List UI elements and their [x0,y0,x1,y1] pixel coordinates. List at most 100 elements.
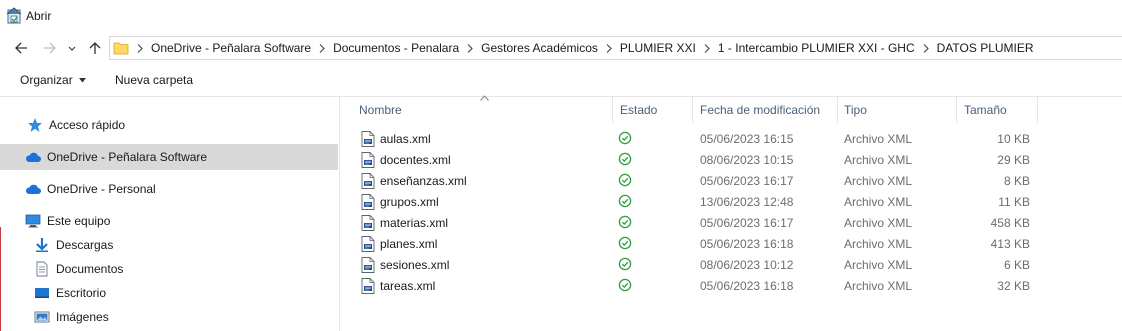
file-type: Archivo XML [844,279,913,293]
document-icon [34,261,50,277]
chevron-right-icon[interactable] [598,43,620,53]
cloud-icon [25,181,41,197]
file-size: 8 KB [1003,174,1030,188]
file-row[interactable]: tareas.xml 05/06/2023 16:18 Archivo XML 32 … [341,275,1122,296]
file-name: grupos.xml [380,195,439,209]
chevron-right-icon[interactable] [311,43,333,53]
chevron-right-icon[interactable] [129,43,151,53]
chevron-right-icon[interactable] [696,43,718,53]
address-bar[interactable]: OneDrive - Peñalara Software Documentos -… [109,36,1122,60]
file-row[interactable]: grupos.xml 13/06/2023 12:48 Archivo XML 11 … [341,191,1122,212]
chevron-down-icon [68,46,76,51]
arrow-left-icon [15,42,27,54]
forward-button[interactable] [41,39,59,57]
file-name: tareas.xml [380,279,436,293]
arrow-right-icon [44,42,56,54]
nav-item-label: Imágenes [56,310,109,324]
file-type: Archivo XML [844,174,913,188]
column-header-modified[interactable]: Fecha de modificación [700,97,837,123]
new-folder-button[interactable]: Nueva carpeta [115,73,193,87]
column-divider[interactable] [837,97,838,123]
cloud-icon [25,149,41,165]
file-modified: 08/06/2023 10:15 [700,153,794,167]
nav-item-documentos[interactable]: Documentos [34,256,123,282]
file-type: Archivo XML [844,195,913,209]
nav-item-label: Documentos [56,262,124,276]
nav-item-label: Acceso rápido [49,118,126,132]
file-type: Archivo XML [844,132,913,146]
breadcrumb-item[interactable]: Gestores Académicos [481,41,598,55]
column-header-name-label: Nombre [359,103,402,117]
column-divider[interactable] [692,97,693,123]
breadcrumb-item[interactable]: 1 - Intercambio PLUMIER XXI - GHC [718,41,915,55]
nav-item-escritorio[interactable]: Escritorio [34,280,106,306]
up-button[interactable] [86,39,104,57]
column-header-size[interactable]: Tamaño [964,97,1037,123]
organize-button[interactable]: Organizar [20,73,86,87]
organize-label: Organizar [20,73,73,87]
breadcrumb-item[interactable]: PLUMIER XXI [620,41,696,55]
file-size: 32 KB [997,279,1030,293]
sync-status-icon [618,173,632,187]
column-divider[interactable] [1037,97,1038,123]
column-header-type[interactable]: Tipo [844,97,956,123]
file-row[interactable]: aulas.xml 05/06/2023 16:15 Archivo XML 10 K… [341,128,1122,149]
file-row[interactable]: docentes.xml 08/06/2023 10:15 Archivo XML 2… [341,149,1122,170]
nav-item-descargas[interactable]: Descargas [34,232,113,258]
file-type: Archivo XML [844,258,913,272]
column-header-type-label: Tipo [844,103,867,117]
file-modified: 05/06/2023 16:18 [700,279,794,293]
nav-item-este-equipo[interactable]: Este equipo [25,208,110,234]
command-bar: Organizar Nueva carpeta [0,64,1122,97]
nav-item-acceso-rapido[interactable]: Acceso rápido [27,112,125,138]
xml-file-icon [361,257,375,273]
back-button[interactable] [12,39,30,57]
xml-file-icon [361,194,375,210]
caret-down-icon [78,77,86,82]
column-header-name[interactable]: Nombre [359,97,612,123]
column-divider[interactable] [612,97,613,123]
sync-status-icon [618,257,632,271]
file-name: aulas.xml [380,132,431,146]
file-modified: 05/06/2023 16:17 [700,216,794,230]
file-row[interactable]: planes.xml 05/06/2023 16:18 Archivo XML 413… [341,233,1122,254]
xml-file-icon [361,236,375,252]
computer-icon [25,213,41,229]
sync-status-icon [618,194,632,208]
file-row[interactable]: sesiones.xml 08/06/2023 10:12 Archivo XML 6… [341,254,1122,275]
sync-status-icon [618,215,632,229]
column-header-status[interactable]: Estado [620,97,692,123]
file-row[interactable]: enseñanzas.xml 05/06/2023 16:17 Archivo XM… [341,170,1122,191]
recent-locations-button[interactable] [63,39,81,57]
breadcrumb-item[interactable]: OneDrive - Peñalara Software [151,41,311,55]
file-size: 10 KB [997,132,1030,146]
download-icon [34,237,50,253]
chevron-right-icon[interactable] [459,43,481,53]
image-icon [34,309,50,325]
nav-item-label: Descargas [56,238,114,252]
file-size: 11 KB [998,195,1030,209]
navigation-pane: Acceso rápido OneDrive - Peñalara Softwar… [0,97,340,331]
nav-item-imagenes[interactable]: Imágenes [34,304,109,330]
nav-item-onedrive-penalara-software[interactable]: OneDrive - Peñalara Software [0,144,338,170]
nav-item-label: OneDrive - Peñalara Software [47,150,208,164]
nav-item-label: Este equipo [47,214,111,228]
window-edge [0,227,1,331]
folder-icon [113,42,129,55]
arrow-up-icon [89,42,101,54]
xml-file-icon [361,131,375,147]
file-size: 6 KB [1003,258,1030,272]
column-header-modified-label: Fecha de modificación [700,103,821,117]
column-header-size-label: Tamaño [964,103,1007,117]
sync-status-icon [618,152,632,166]
nav-item-onedrive-personal[interactable]: OneDrive - Personal [25,176,156,202]
open-dialog-icon [6,7,22,24]
breadcrumb-item[interactable]: Documentos - Penalara [333,41,459,55]
column-divider[interactable] [956,97,957,123]
file-row[interactable]: materias.xml 05/06/2023 16:17 Archivo XML 4… [341,212,1122,233]
chevron-right-icon[interactable] [915,43,937,53]
breadcrumb-item[interactable]: DATOS PLUMIER [937,41,1034,55]
nav-item-label: OneDrive - Personal [47,182,156,196]
file-modified: 05/06/2023 16:17 [700,174,794,188]
file-modified: 05/06/2023 16:18 [700,237,794,251]
